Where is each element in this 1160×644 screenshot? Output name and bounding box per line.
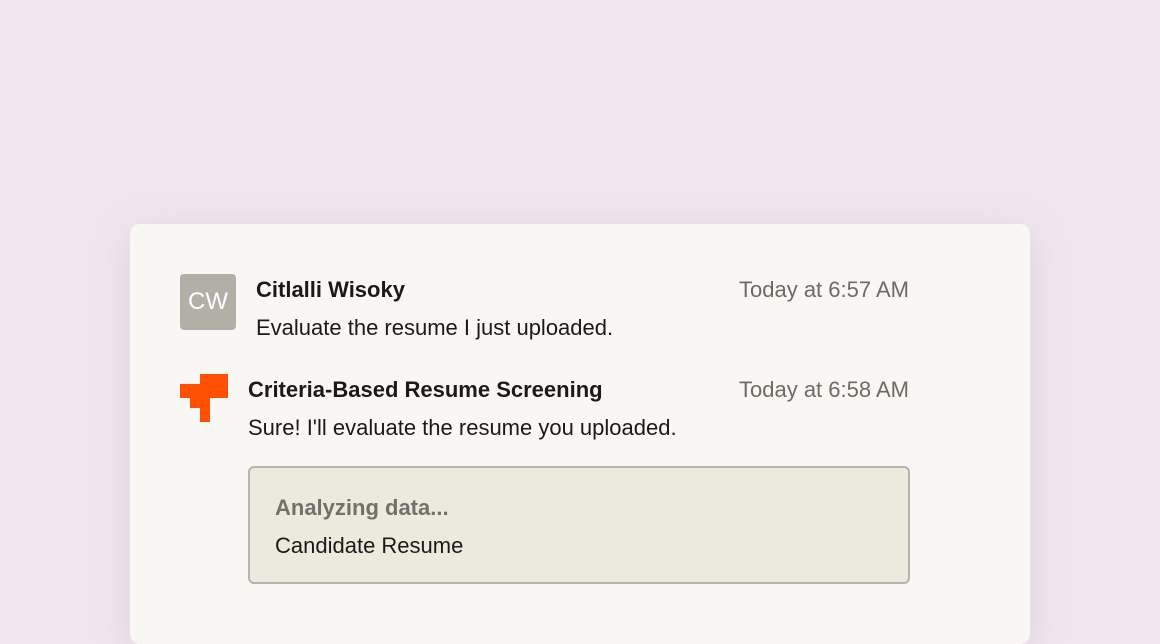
chat-card: CW Citlalli Wisoky Today at 6:57 AM Eval… [130, 224, 1030, 644]
orange-cross-logo-icon [180, 374, 228, 422]
status-title: Analyzing data... [275, 495, 449, 520]
status-item: Candidate Resume [275, 533, 464, 558]
avatar: CW [180, 274, 236, 330]
message-timestamp: Today at 6:58 AM [739, 377, 909, 402]
message-timestamp: Today at 6:57 AM [739, 277, 909, 302]
sender-name: Citlalli Wisoky [256, 277, 405, 302]
message-text: Evaluate the resume I just uploaded. [256, 315, 614, 340]
message-text: Sure! I'll evaluate the resume you uploa… [248, 415, 677, 440]
analysis-status-box: Analyzing data... Candidate Resume [248, 466, 910, 584]
sender-name: Criteria-Based Resume Screening [248, 377, 603, 402]
avatar-initials: CW [188, 288, 228, 315]
